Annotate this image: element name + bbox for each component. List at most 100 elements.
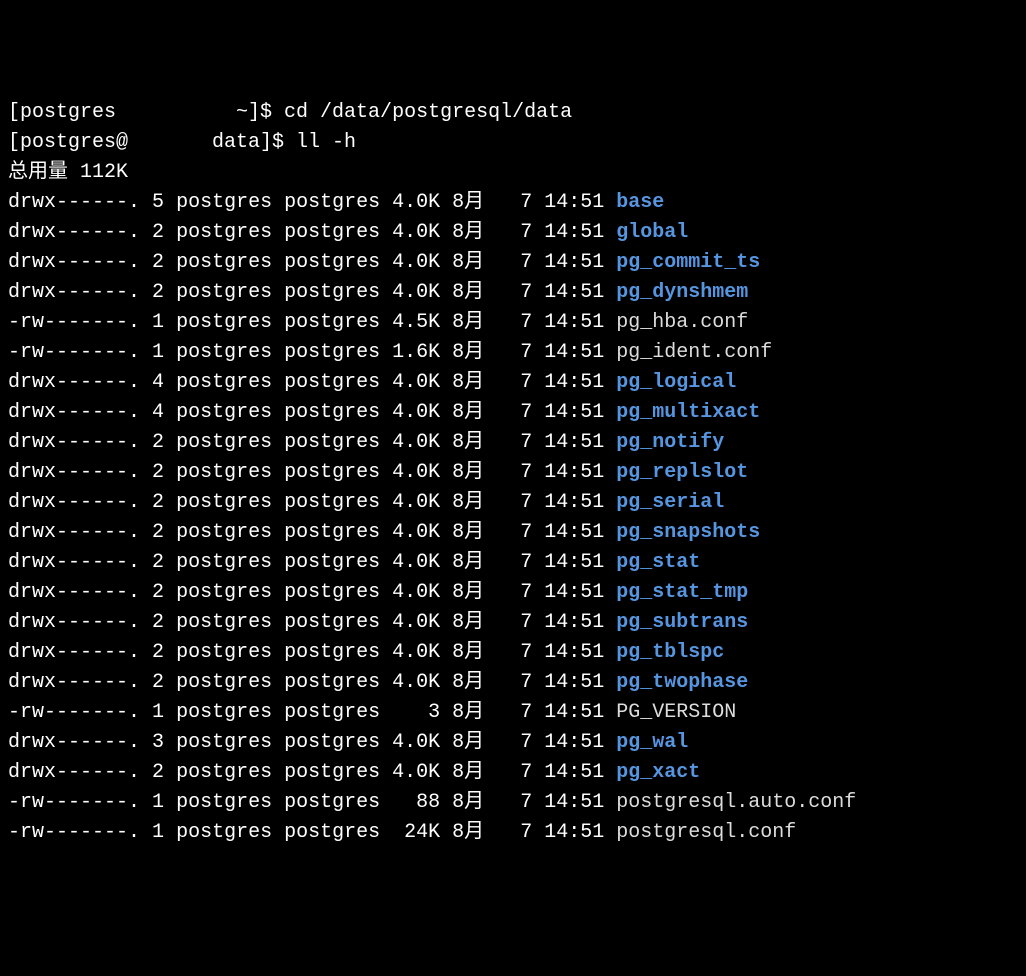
col-size: 4.0K xyxy=(392,281,440,304)
col-owner: postgres xyxy=(176,281,272,304)
col-month: 8月 xyxy=(452,251,484,274)
ls-row: drwx------. 2 postgres postgres 4.0K 8月 … xyxy=(8,488,1018,518)
col-group: postgres xyxy=(284,371,380,394)
col-time: 14:51 xyxy=(544,521,604,544)
col-perm: drwx------. xyxy=(8,431,140,454)
col-group: postgres xyxy=(284,221,380,244)
col-day: 7 xyxy=(508,521,532,544)
col-group: postgres xyxy=(284,641,380,664)
col-owner: postgres xyxy=(176,821,272,844)
col-day: 7 xyxy=(508,791,532,814)
ls-row: drwx------. 5 postgres postgres 4.0K 8月 … xyxy=(8,188,1018,218)
col-day: 7 xyxy=(508,551,532,574)
col-owner: postgres xyxy=(176,731,272,754)
col-links: 2 xyxy=(152,551,164,574)
col-size: 4.0K xyxy=(392,461,440,484)
col-month: 8月 xyxy=(452,341,484,364)
col-perm: drwx------. xyxy=(8,611,140,634)
col-day: 7 xyxy=(508,671,532,694)
col-links: 2 xyxy=(152,671,164,694)
col-time: 14:51 xyxy=(544,641,604,664)
col-month: 8月 xyxy=(452,761,484,784)
col-owner: postgres xyxy=(176,431,272,454)
col-time: 14:51 xyxy=(544,221,604,244)
col-links: 2 xyxy=(152,581,164,604)
ls-row: drwx------. 2 postgres postgres 4.0K 8月 … xyxy=(8,548,1018,578)
col-name: pg_snapshots xyxy=(616,521,760,544)
col-perm: drwx------. xyxy=(8,671,140,694)
col-size: 4.0K xyxy=(392,221,440,244)
ls-row: drwx------. 2 postgres postgres 4.0K 8月 … xyxy=(8,248,1018,278)
col-owner: postgres xyxy=(176,761,272,784)
col-links: 2 xyxy=(152,761,164,784)
col-size: 4.0K xyxy=(392,761,440,784)
col-time: 14:51 xyxy=(544,191,604,214)
col-perm: -rw-------. xyxy=(8,341,140,364)
col-perm: -rw-------. xyxy=(8,821,140,844)
prompt-line-2: [postgres@ data]$ ll -h xyxy=(8,128,1018,158)
col-day: 7 xyxy=(508,731,532,754)
col-size: 4.0K xyxy=(392,551,440,574)
col-time: 14:51 xyxy=(544,761,604,784)
col-links: 1 xyxy=(152,701,164,724)
col-links: 5 xyxy=(152,191,164,214)
col-day: 7 xyxy=(508,431,532,454)
col-name: pg_stat_tmp xyxy=(616,581,748,604)
col-name: pg_xact xyxy=(616,761,700,784)
col-day: 7 xyxy=(508,251,532,274)
terminal-output[interactable]: [postgres ~]$ cd /data/postgresql/data[p… xyxy=(8,98,1018,848)
col-perm: drwx------. xyxy=(8,371,140,394)
col-time: 14:51 xyxy=(544,671,604,694)
col-size: 4.5K xyxy=(392,311,440,334)
col-group: postgres xyxy=(284,671,380,694)
col-group: postgres xyxy=(284,461,380,484)
ls-row: -rw-------. 1 postgres postgres 4.5K 8月 … xyxy=(8,308,1018,338)
col-size: 4.0K xyxy=(392,611,440,634)
col-group: postgres xyxy=(284,311,380,334)
col-name: base xyxy=(616,191,664,214)
col-group: postgres xyxy=(284,191,380,214)
col-size: 4.0K xyxy=(392,401,440,424)
col-name: pg_subtrans xyxy=(616,611,748,634)
col-month: 8月 xyxy=(452,311,484,334)
col-links: 1 xyxy=(152,311,164,334)
col-month: 8月 xyxy=(452,581,484,604)
col-group: postgres xyxy=(284,521,380,544)
col-owner: postgres xyxy=(176,371,272,394)
col-month: 8月 xyxy=(452,641,484,664)
ls-row: drwx------. 2 postgres postgres 4.0K 8月 … xyxy=(8,668,1018,698)
col-day: 7 xyxy=(508,641,532,664)
col-month: 8月 xyxy=(452,221,484,244)
col-time: 14:51 xyxy=(544,281,604,304)
ls-row: drwx------. 2 postgres postgres 4.0K 8月 … xyxy=(8,518,1018,548)
col-time: 14:51 xyxy=(544,371,604,394)
ls-row: drwx------. 2 postgres postgres 4.0K 8月 … xyxy=(8,578,1018,608)
col-owner: postgres xyxy=(176,791,272,814)
col-month: 8月 xyxy=(452,401,484,424)
col-day: 7 xyxy=(508,611,532,634)
col-perm: drwx------. xyxy=(8,521,140,544)
col-name: pg_wal xyxy=(616,731,688,754)
col-month: 8月 xyxy=(452,671,484,694)
col-size: 4.0K xyxy=(392,371,440,394)
col-time: 14:51 xyxy=(544,311,604,334)
col-group: postgres xyxy=(284,281,380,304)
col-owner: postgres xyxy=(176,551,272,574)
ls-row: drwx------. 2 postgres postgres 4.0K 8月 … xyxy=(8,638,1018,668)
col-owner: postgres xyxy=(176,251,272,274)
col-month: 8月 xyxy=(452,371,484,394)
col-group: postgres xyxy=(284,821,380,844)
col-perm: drwx------. xyxy=(8,281,140,304)
col-perm: -rw-------. xyxy=(8,311,140,334)
col-size: 1.6K xyxy=(392,341,440,364)
col-group: postgres xyxy=(284,761,380,784)
col-month: 8月 xyxy=(452,701,484,724)
prompt-line-1: [postgres ~]$ cd /data/postgresql/data xyxy=(8,98,1018,128)
col-group: postgres xyxy=(284,731,380,754)
col-time: 14:51 xyxy=(544,611,604,634)
col-group: postgres xyxy=(284,491,380,514)
col-group: postgres xyxy=(284,791,380,814)
col-size: 4.0K xyxy=(392,191,440,214)
col-links: 2 xyxy=(152,491,164,514)
col-size: 4.0K xyxy=(392,251,440,274)
